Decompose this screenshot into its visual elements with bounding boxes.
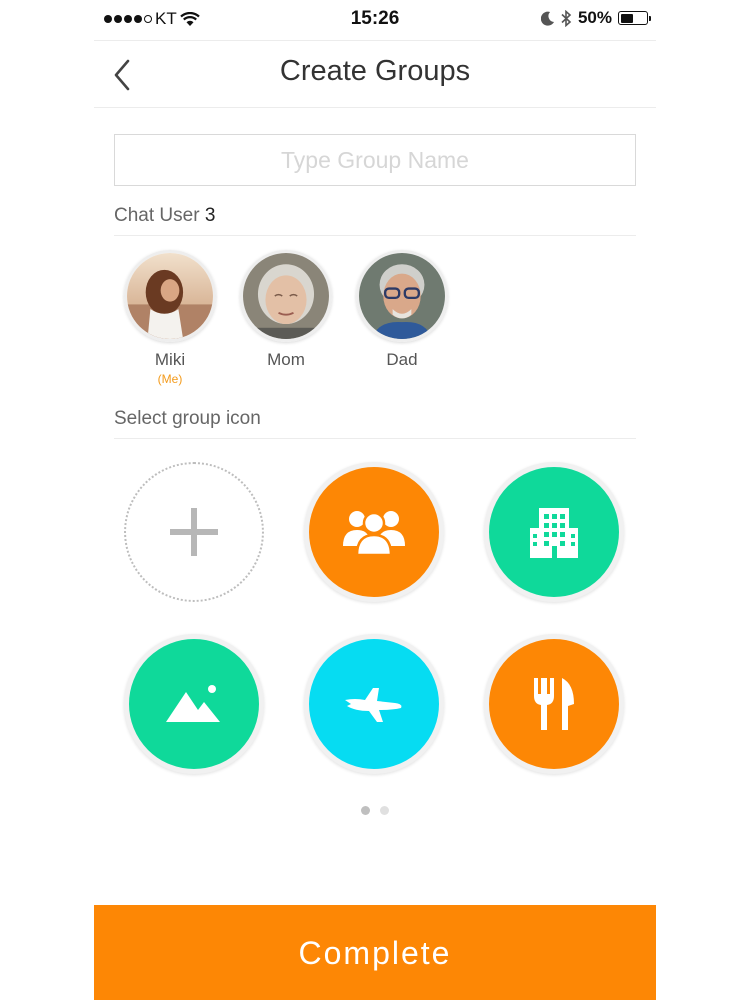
- user-item[interactable]: Dad: [356, 250, 448, 386]
- battery-icon: [618, 11, 651, 25]
- avatar: [356, 250, 448, 342]
- page-title: Create Groups: [279, 55, 471, 87]
- avatar: [124, 250, 216, 342]
- plus-icon: [170, 508, 218, 556]
- complete-button[interactable]: Complete: [94, 905, 656, 1000]
- user-name: Dad: [386, 350, 418, 369]
- select-icon-label: Select group icon: [114, 408, 636, 439]
- status-right: 50%: [540, 8, 651, 28]
- nav-bar: Create Groups: [94, 40, 656, 108]
- group-icon-fork-knife[interactable]: [484, 634, 624, 774]
- fork-knife-icon: [534, 678, 574, 730]
- group-icon-people[interactable]: [304, 462, 444, 602]
- mountain-icon: [166, 685, 220, 722]
- building-icon: [530, 508, 578, 558]
- status-bar: KT 15:26 50%: [94, 0, 656, 40]
- bluetooth-icon: [561, 9, 572, 27]
- me-tag: (Me): [157, 372, 183, 386]
- group-name-input[interactable]: [114, 134, 636, 186]
- user-name: Miki: [154, 350, 186, 369]
- people-icon: [343, 511, 405, 556]
- airplane-icon: [345, 688, 402, 722]
- user-name: Mom: [267, 350, 305, 369]
- page-dot[interactable]: [361, 806, 370, 815]
- chat-user-text: Chat User: [114, 205, 200, 226]
- avatar: [240, 250, 332, 342]
- group-icon-airplane[interactable]: [304, 634, 444, 774]
- chat-user-label: Chat User 3: [114, 205, 636, 236]
- user-item[interactable]: Miki (Me): [124, 250, 216, 386]
- group-icon-building[interactable]: [484, 462, 624, 602]
- battery-percent: 50%: [577, 8, 612, 27]
- chat-user-count: 3: [204, 205, 216, 226]
- add-custom-icon-button[interactable]: [124, 462, 264, 602]
- user-item[interactable]: Mom: [240, 250, 332, 386]
- page-indicator: [0, 806, 750, 815]
- page-dot[interactable]: [380, 806, 389, 815]
- group-icon-mountain[interactable]: [124, 634, 264, 774]
- moon-icon: [540, 11, 554, 26]
- chat-user-list: Miki (Me) Mom Dad: [124, 250, 448, 386]
